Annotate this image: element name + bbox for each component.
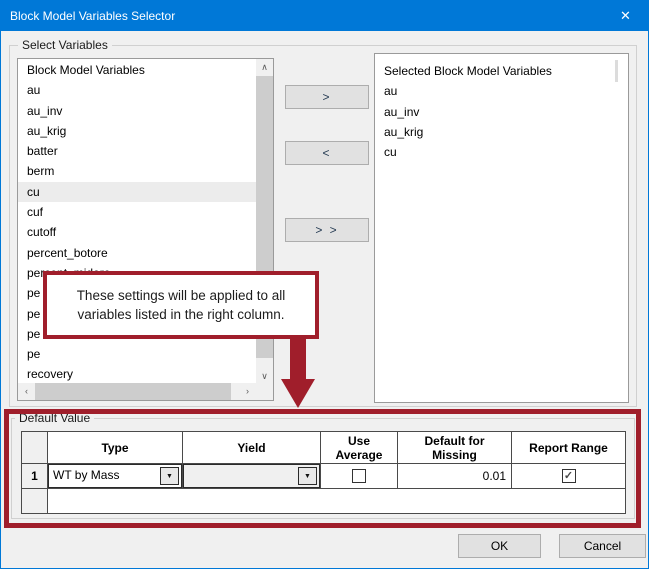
- scroll-right-icon[interactable]: ›: [239, 383, 256, 400]
- list-item[interactable]: recovery: [18, 364, 256, 384]
- list-item[interactable]: cu: [375, 142, 615, 162]
- table-header-row: Type Yield Use Average Default for Missi…: [22, 432, 625, 464]
- annotation-text-line2: variables listed in the right column.: [77, 305, 284, 324]
- annotation-arrow-icon: [281, 379, 315, 408]
- column-header-yield: Yield: [183, 432, 321, 463]
- list-item[interactable]: au: [18, 80, 256, 100]
- close-button[interactable]: ✕: [603, 1, 648, 31]
- column-header-default-for-missing: Default for Missing: [398, 432, 512, 463]
- annotation-arrow-stem: [290, 337, 306, 379]
- remove-button[interactable]: <: [285, 141, 369, 165]
- type-dropdown-button[interactable]: ▼: [160, 467, 179, 485]
- checkmark-icon: ✓: [564, 470, 573, 482]
- ok-button[interactable]: OK: [458, 534, 541, 558]
- column-header-type: Type: [48, 432, 183, 463]
- list-item[interactable]: au: [375, 81, 615, 101]
- table-row: 1 WT by Mass ▼ ▼ 0.01 ✓: [22, 464, 625, 489]
- list-item[interactable]: au_krig: [18, 121, 256, 141]
- dropdown-arrow-icon: ▼: [304, 473, 311, 480]
- yield-combobox[interactable]: ▼: [183, 464, 320, 488]
- table-empty-area: [22, 489, 625, 513]
- list-item[interactable]: pe: [18, 344, 256, 364]
- window-title: Block Model Variables Selector: [10, 1, 175, 31]
- horizontal-scrollbar[interactable]: ‹ ›: [18, 383, 256, 400]
- scroll-left-icon[interactable]: ‹: [18, 383, 35, 400]
- default-for-missing-value[interactable]: 0.01: [398, 469, 511, 483]
- select-variables-group-label: Select Variables: [18, 38, 112, 52]
- scrollbar-corner: [256, 383, 273, 400]
- use-average-checkbox[interactable]: [352, 469, 366, 483]
- dropdown-arrow-icon: ▼: [166, 473, 173, 480]
- empty-row-header-strip: [22, 489, 48, 513]
- list-item[interactable]: au_krig: [375, 122, 615, 142]
- report-range-checkbox[interactable]: ✓: [562, 469, 576, 483]
- mini-scrollbar: [615, 60, 618, 82]
- available-list-header: Block Model Variables: [18, 60, 256, 80]
- row-number: 1: [22, 464, 48, 488]
- list-item[interactable]: berm: [18, 161, 256, 181]
- annotation-text-line1: These settings will be applied to all: [77, 286, 286, 305]
- annotation-callout: These settings will be applied to all va…: [43, 271, 319, 339]
- scroll-up-icon[interactable]: ∧: [256, 59, 273, 76]
- corner-header-cell: [22, 432, 48, 463]
- list-item[interactable]: cuf: [18, 202, 256, 222]
- horizontal-scrollbar-thumb[interactable]: [35, 383, 231, 400]
- block-model-variables-selector-dialog: Block Model Variables Selector ✕ Select …: [0, 0, 649, 569]
- list-item[interactable]: cutoff: [18, 222, 256, 242]
- cancel-button[interactable]: Cancel: [559, 534, 646, 558]
- column-header-report-range: Report Range: [512, 432, 625, 463]
- empty-table-area: [48, 489, 625, 513]
- close-icon: ✕: [620, 8, 631, 23]
- yield-dropdown-button[interactable]: ▼: [298, 467, 317, 485]
- list-item[interactable]: au_inv: [18, 101, 256, 121]
- add-button[interactable]: >: [285, 85, 369, 109]
- default-value-group-label: Default Value: [15, 411, 94, 425]
- selected-list-header: Selected Block Model Variables: [375, 61, 615, 81]
- list-item-selected[interactable]: cu: [18, 182, 256, 202]
- selected-variables-list[interactable]: Selected Block Model Variables au au_inv…: [374, 53, 629, 403]
- list-item[interactable]: au_inv: [375, 102, 615, 122]
- column-header-use-average: Use Average: [321, 432, 398, 463]
- add-all-button[interactable]: > >: [285, 218, 369, 242]
- title-bar: Block Model Variables Selector ✕: [1, 1, 648, 31]
- list-item[interactable]: batter: [18, 141, 256, 161]
- list-item[interactable]: percent_botore: [18, 243, 256, 263]
- type-combobox[interactable]: WT by Mass ▼: [48, 464, 182, 488]
- available-variables-list[interactable]: Block Model Variables au au_inv au_krig …: [17, 58, 274, 401]
- default-value-table: Type Yield Use Average Default for Missi…: [21, 431, 626, 514]
- type-value: WT by Mass: [53, 465, 119, 486]
